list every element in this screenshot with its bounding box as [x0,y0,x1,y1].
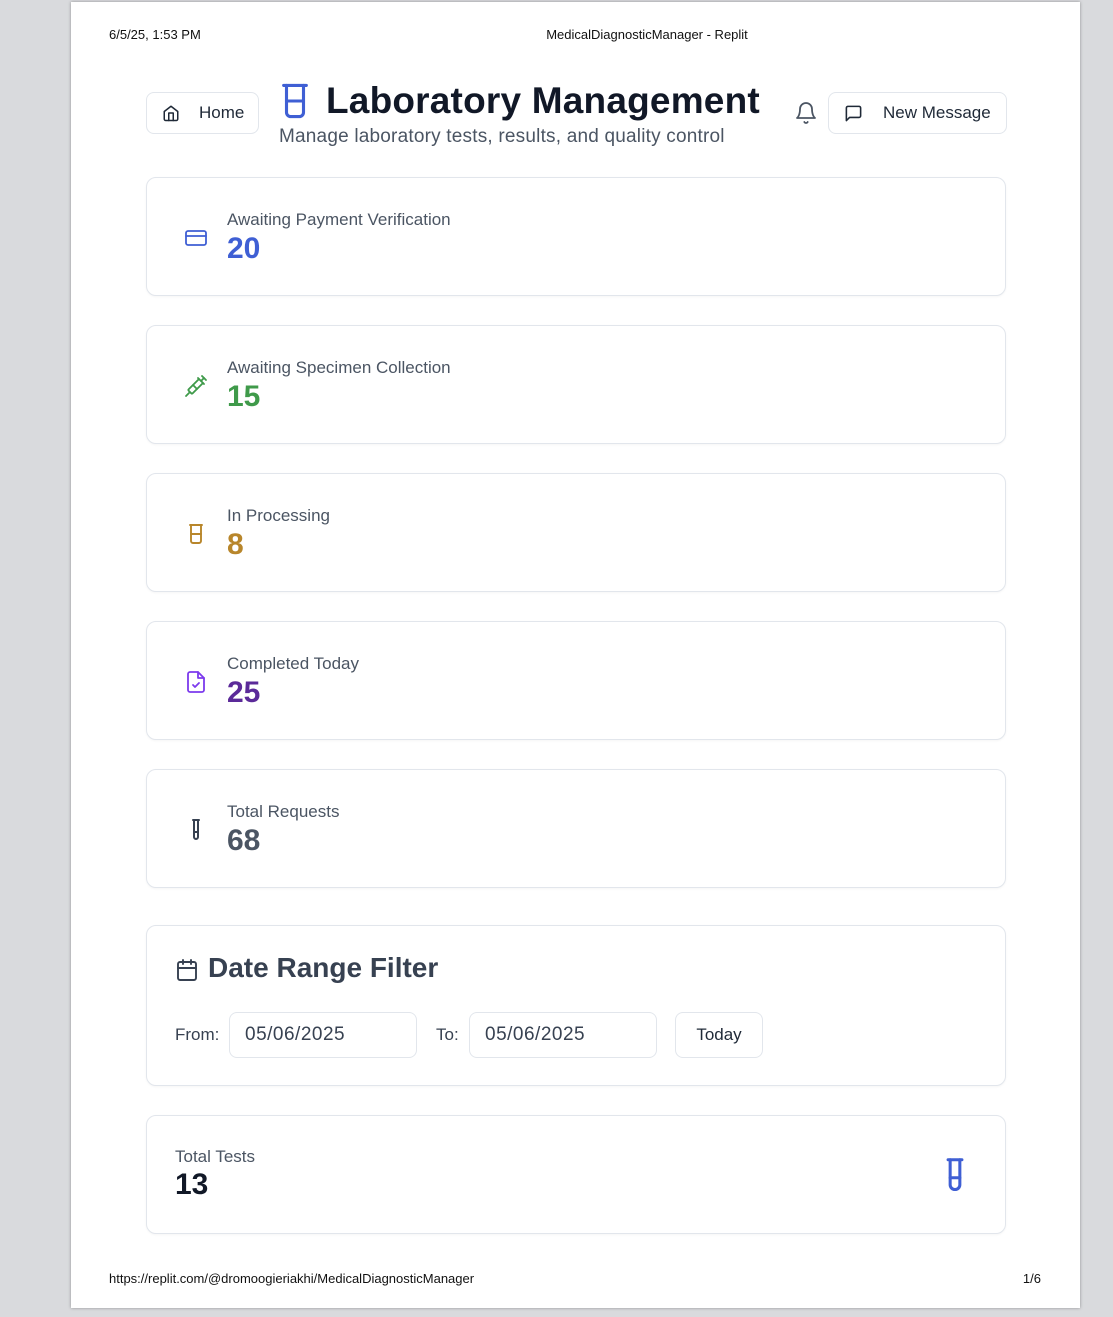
date-range-filter-card: Date Range Filter From: 05/06/2025 To: 0… [146,925,1006,1086]
print-document-title: MedicalDiagnosticManager - Replit [546,27,748,42]
filter-title: Date Range Filter [208,952,439,983]
stat-value: 25 [227,676,261,709]
print-page-number: 1/6 [1022,1271,1041,1286]
page-header: Laboratory Management [278,80,760,122]
stat-value: 68 [227,824,261,857]
print-url: https://replit.com/@dromoogieriakhi/Medi… [109,1271,475,1286]
home-button-label: Home [199,103,245,122]
new-message-label: New Message [883,103,991,122]
beaker-icon [282,83,308,119]
syringe-icon [185,375,207,397]
from-label: From: [175,1025,220,1044]
calendar-icon [177,959,197,981]
print-page: 6/5/25, 1:53 PM MedicalDiagnosticManager… [71,2,1080,1308]
total-tests-label: Total Tests [175,1147,256,1166]
stat-card-specimen: Awaiting Specimen Collection 15 [146,325,1006,444]
stat-card-completed: Completed Today 25 [146,621,1006,740]
stat-label: Awaiting Specimen Collection [227,358,451,377]
stat-label: Total Requests [227,802,340,821]
page-subtitle: Manage laboratory tests, results, and qu… [279,126,725,147]
page-title: Laboratory Management [326,80,760,121]
to-date-input[interactable]: 05/06/2025 [469,1012,657,1058]
to-label: To: [436,1025,459,1044]
stat-value: 20 [227,232,261,265]
message-icon [845,105,862,121]
stat-value: 8 [227,528,244,561]
stat-value: 15 [227,380,261,413]
stat-label: Completed Today [227,654,359,673]
from-date-input[interactable]: 05/06/2025 [229,1012,417,1058]
home-icon [163,105,179,122]
stat-label: Awaiting Payment Verification [227,210,451,229]
stat-card-payment: Awaiting Payment Verification 20 [146,177,1006,296]
total-tests-card: Total Tests 13 [146,1115,1006,1234]
test-tube-icon [192,819,200,840]
credit-card-icon [185,230,207,246]
test-tube-icon [946,1158,964,1191]
new-message-button[interactable]: New Message [828,92,1007,134]
stat-card-processing: In Processing 8 [146,473,1006,592]
home-button[interactable]: Home [146,92,259,134]
stat-label: In Processing [227,506,330,525]
beaker-icon [189,524,203,544]
file-check-icon [187,671,205,693]
total-tests-value: 13 [175,1168,209,1201]
stat-card-total-requests: Total Requests 68 [146,769,1006,888]
today-button[interactable]: Today [675,1012,763,1058]
bell-icon[interactable] [794,101,818,125]
